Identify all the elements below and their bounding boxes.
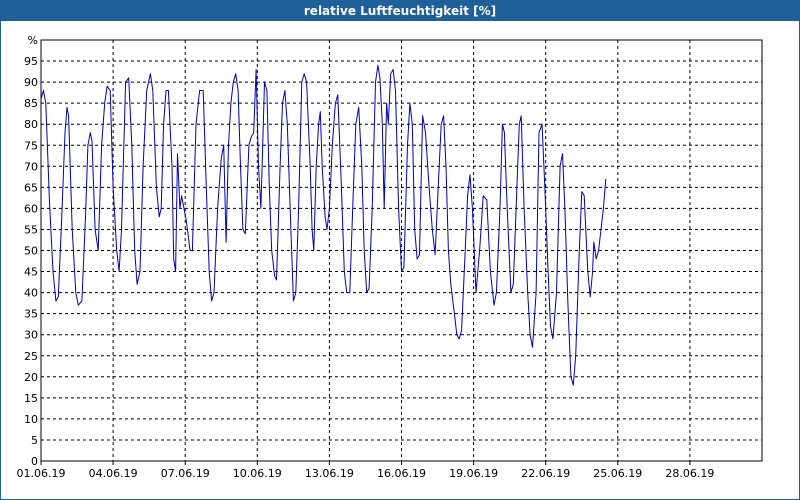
x-tick-label: 19.06.19 [449, 467, 498, 480]
y-tick-label: 50 [24, 245, 38, 258]
y-tick-label: 5 [31, 434, 38, 447]
y-tick-label: 60 [24, 202, 38, 215]
y-tick-label: 20 [24, 371, 38, 384]
x-tick-label: 01.06.19 [17, 467, 66, 480]
x-tick-label: 22.06.19 [521, 467, 570, 480]
y-tick-label: 10 [24, 413, 38, 426]
y-tick-label: 90 [24, 76, 38, 89]
y-tick-label: 40 [24, 287, 38, 300]
y-axis-labels: 05101520253035404550556065707580859095% [24, 34, 38, 468]
x-tick-label: 25.06.19 [593, 467, 642, 480]
x-axis-labels: 01.06.19 04.06.19 07.06.19 10.06.19 13.06.19… [17, 467, 715, 480]
y-tick-label: 65 [24, 181, 38, 194]
y-tick-label: 85 [24, 97, 38, 110]
y-tick-label: 30 [24, 329, 38, 342]
x-tick-label: 13.06.19 [305, 467, 354, 480]
chart-window: relative Luftfeuchtigkeit [%] 0 5 10 15 20 25… [0, 0, 800, 500]
x-tick-label: 07.06.19 [161, 467, 210, 480]
humidity-series-line [40, 64, 607, 386]
y-axis-unit: % [28, 34, 38, 47]
y-tick-label: 55 [24, 223, 38, 236]
x-tick-label: 16.06.19 [377, 467, 426, 480]
y-tick-label: 45 [24, 266, 38, 279]
chart-title: relative Luftfeuchtigkeit [%] [1, 1, 799, 21]
humidity-chart: 05101520253035404550556065707580859095% … [17, 34, 763, 480]
y-tick-label: 80 [24, 118, 38, 131]
y-tick-label: 25 [24, 350, 38, 363]
x-tick-label: 28.06.19 [665, 467, 714, 480]
series-layer [40, 64, 607, 386]
y-tick-label: 15 [24, 392, 38, 405]
y-tick-label: 35 [24, 308, 38, 321]
grid [40, 40, 762, 465]
y-tick-label: 70 [24, 160, 38, 173]
y-tick-label: 95 [24, 55, 38, 68]
x-tick-label: 04.06.19 [89, 467, 138, 480]
y-tick-label: 75 [24, 139, 38, 152]
x-tick-label: 10.06.19 [233, 467, 282, 480]
